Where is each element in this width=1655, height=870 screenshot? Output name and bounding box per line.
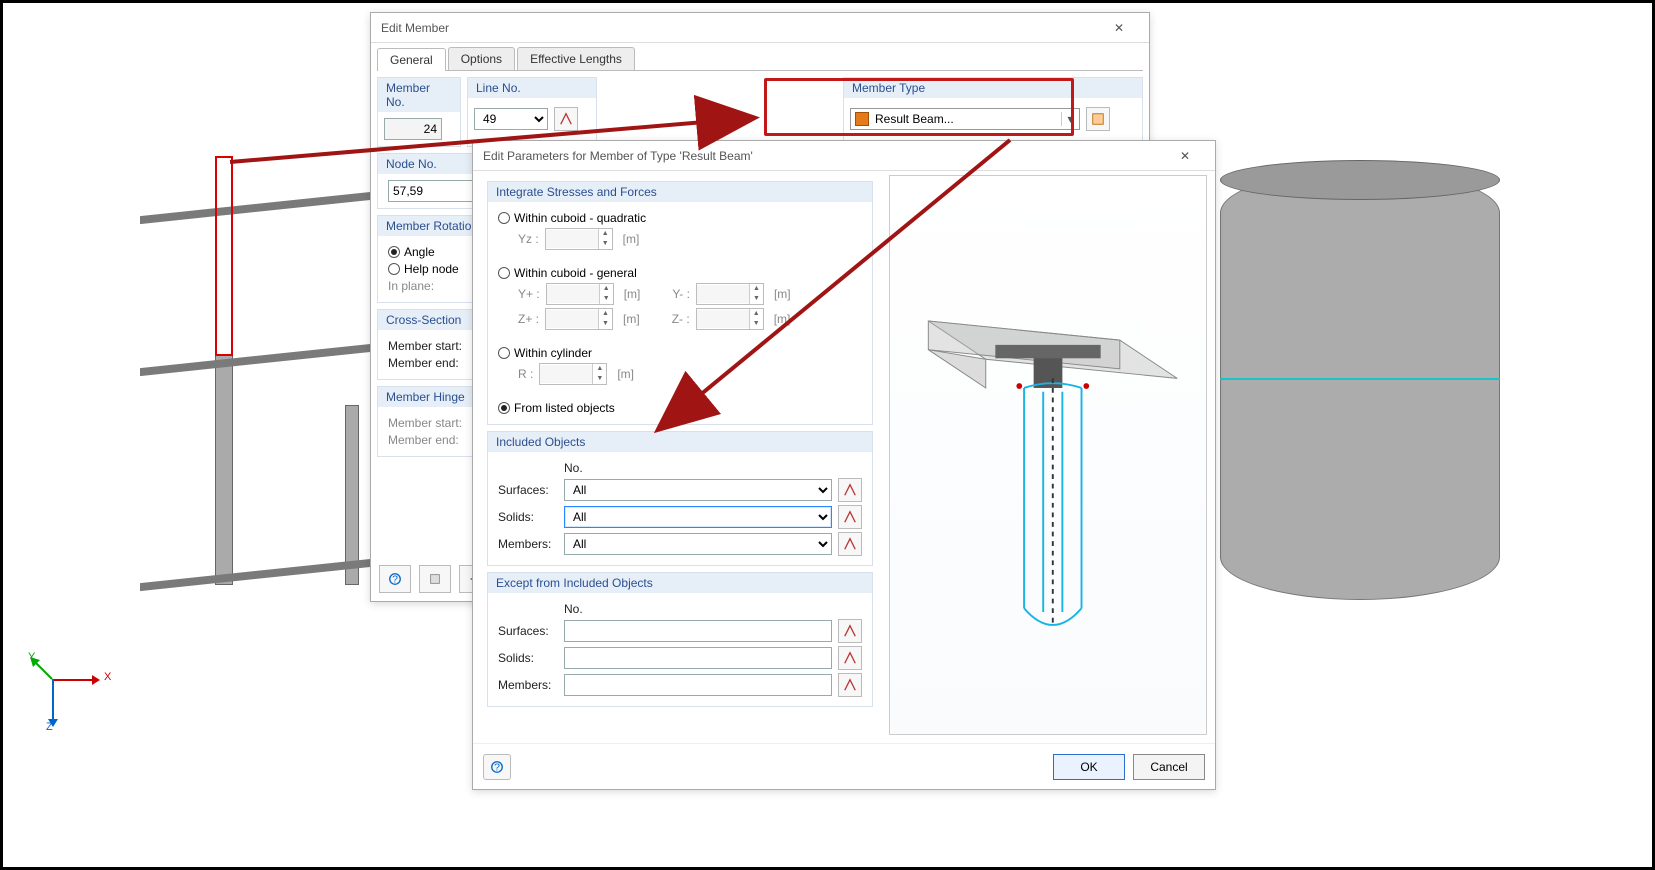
group-integrate: Integrate Stresses and Forces Within cub…: [487, 181, 873, 425]
radio-cuboid-quadratic[interactable]: Within cuboid - quadratic: [498, 211, 646, 225]
tool-icon-1[interactable]: [419, 565, 451, 593]
zp-spinner[interactable]: ▲▼: [545, 308, 613, 330]
axes-triad: X Y Z: [22, 665, 102, 735]
ym-spinner[interactable]: ▲▼: [696, 283, 764, 305]
pick-line-icon[interactable]: [554, 107, 578, 131]
group-member-no: Member No.: [377, 77, 461, 147]
radio-angle[interactable]: Angle: [388, 245, 435, 259]
preview-pane: [889, 175, 1207, 735]
tab-general[interactable]: General: [377, 48, 446, 71]
group-line-no: Line No. 49: [467, 77, 597, 147]
edit-member-tabs: General Options Effective Lengths: [377, 47, 1143, 71]
included-members-combo[interactable]: All: [564, 533, 832, 555]
except-surfaces-input[interactable]: [564, 620, 832, 642]
yz-spinner[interactable]: ▲▼: [545, 228, 613, 250]
radio-cylinder[interactable]: Within cylinder: [498, 346, 592, 360]
scene-cylinder-top: [1220, 160, 1500, 200]
selected-member-highlight: [215, 156, 233, 356]
scene-building: [130, 145, 390, 615]
edit-parameters-title: Edit Parameters for Member of Type 'Resu…: [483, 141, 753, 171]
scene-cylinder-line: [1220, 378, 1500, 380]
pick-except-surfaces-icon[interactable]: [838, 619, 862, 643]
included-surfaces-combo[interactable]: All: [564, 479, 832, 501]
except-solids-input[interactable]: [564, 647, 832, 669]
edit-parameters-titlebar[interactable]: Edit Parameters for Member of Type 'Resu…: [473, 141, 1215, 171]
pick-members-icon[interactable]: [838, 532, 862, 556]
yp-spinner[interactable]: ▲▼: [546, 283, 614, 305]
type-swatch-icon: [855, 112, 869, 126]
group-member-type: Member Type Result Beam... ▾: [843, 77, 1143, 147]
node-no-input[interactable]: [388, 180, 478, 202]
member-type-combo[interactable]: Result Beam... ▾: [850, 108, 1080, 130]
group-included-objects: Included Objects No. Surfaces: All Solid…: [487, 431, 873, 566]
pick-except-solids-icon[interactable]: [838, 646, 862, 670]
zm-spinner[interactable]: ▲▼: [696, 308, 764, 330]
cancel-button[interactable]: Cancel: [1133, 754, 1205, 780]
tab-effective-lengths[interactable]: Effective Lengths: [517, 47, 635, 70]
member-type-edit-icon[interactable]: [1086, 107, 1110, 131]
radio-from-listed[interactable]: From listed objects: [498, 401, 615, 415]
member-no-input[interactable]: [384, 118, 442, 140]
result-beam-preview: [890, 176, 1206, 734]
pick-surfaces-icon[interactable]: [838, 478, 862, 502]
edit-member-title: Edit Member: [381, 13, 449, 43]
edit-member-titlebar[interactable]: Edit Member ✕: [371, 13, 1149, 43]
group-except-objects: Except from Included Objects No. Surface…: [487, 572, 873, 707]
edit-parameters-dialog: Edit Parameters for Member of Type 'Resu…: [472, 140, 1216, 790]
tab-options[interactable]: Options: [448, 47, 515, 70]
help-icon[interactable]: ?: [483, 754, 511, 780]
radio-cuboid-general[interactable]: Within cuboid - general: [498, 266, 637, 280]
r-spinner[interactable]: ▲▼: [539, 363, 607, 385]
svg-text:?: ?: [392, 574, 398, 586]
except-members-input[interactable]: [564, 674, 832, 696]
pick-solids-icon[interactable]: [838, 505, 862, 529]
close-icon[interactable]: ✕: [1099, 14, 1139, 42]
svg-text:?: ?: [494, 761, 500, 773]
line-no-combo[interactable]: 49: [474, 108, 548, 130]
scene-cylinder: [1220, 170, 1500, 600]
radio-help-node[interactable]: Help node: [388, 262, 459, 276]
params-button-bar: ? OK Cancel: [473, 743, 1215, 789]
pick-except-members-icon[interactable]: [838, 673, 862, 697]
help-icon[interactable]: ?: [379, 565, 411, 593]
included-solids-combo[interactable]: All: [564, 506, 832, 528]
close-icon[interactable]: ✕: [1165, 142, 1205, 170]
chevron-down-icon: ▾: [1061, 112, 1079, 126]
ok-button[interactable]: OK: [1053, 754, 1125, 780]
